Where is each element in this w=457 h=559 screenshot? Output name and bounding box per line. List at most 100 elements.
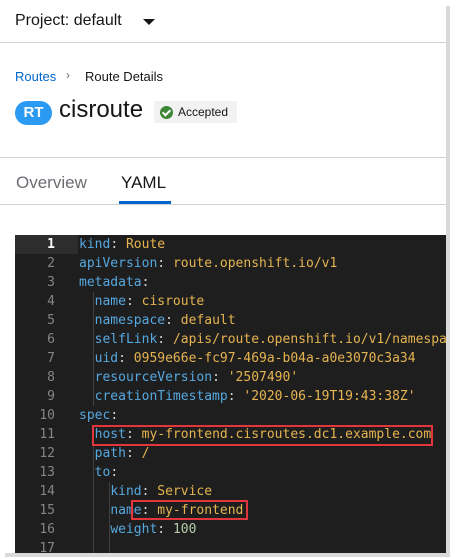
yaml-line[interactable]: 1 kind: Route bbox=[15, 235, 446, 254]
yaml-code: kind: Route bbox=[79, 235, 165, 254]
console-window: Project: default Routes › Route Details … bbox=[0, 0, 446, 553]
annotation-highlight-box bbox=[92, 425, 433, 446]
indent-guide bbox=[109, 482, 110, 553]
yaml-value: 0959e66e-fc97-469a-b04a-a0e3070c3a34 bbox=[133, 351, 416, 366]
yaml-code: weight: 100 bbox=[79, 520, 196, 539]
yaml-line[interactable]: 16 weight: 100 bbox=[15, 520, 446, 539]
yaml-separator: : bbox=[157, 256, 173, 271]
yaml-separator: : bbox=[157, 332, 173, 347]
yaml-code: resourceVersion: '2507490' bbox=[79, 368, 299, 387]
yaml-separator: : bbox=[118, 351, 134, 366]
yaml-code: metadata: bbox=[79, 273, 149, 292]
yaml-line[interactable]: 12 path: / bbox=[15, 444, 446, 463]
project-bar: Project: default bbox=[0, 0, 446, 43]
line-number: 9 bbox=[47, 389, 55, 404]
tab-overview[interactable]: Overview bbox=[16, 173, 87, 193]
line-number: 6 bbox=[47, 332, 55, 347]
yaml-line[interactable]: 4 name: cisroute bbox=[15, 292, 446, 311]
yaml-separator: : bbox=[141, 275, 150, 290]
yaml-line[interactable]: 3 metadata: bbox=[15, 273, 446, 292]
yaml-editor[interactable]: 1 kind: Route 2 apiVersion: route.openshift… bbox=[15, 235, 446, 553]
yaml-separator: : bbox=[227, 389, 244, 404]
yaml-code: spec: bbox=[79, 406, 118, 425]
yaml-code: name: cisroute bbox=[79, 292, 205, 311]
line-number: 16 bbox=[39, 522, 55, 537]
yaml-key: namespace bbox=[94, 313, 166, 328]
yaml-key: apiVersion bbox=[79, 256, 158, 271]
caret-down-icon[interactable] bbox=[143, 19, 155, 25]
yaml-key: name bbox=[94, 294, 126, 309]
line-number: 4 bbox=[47, 294, 55, 309]
project-selector[interactable]: Project: default bbox=[15, 12, 122, 30]
window-shadow bbox=[5, 553, 450, 557]
yaml-line[interactable]: 2 apiVersion: route.openshift.io/v1 bbox=[15, 254, 446, 273]
yaml-value: cisroute bbox=[141, 294, 205, 309]
yaml-key: spec bbox=[79, 408, 111, 423]
yaml-line[interactable]: 14 kind: Service bbox=[15, 482, 446, 501]
line-number: 13 bbox=[39, 465, 55, 480]
line-number: 12 bbox=[39, 446, 55, 461]
annotation-highlight-box bbox=[131, 500, 248, 520]
yaml-key: selfLink bbox=[94, 332, 158, 347]
yaml-code: path: / bbox=[79, 444, 150, 463]
active-tab-indicator bbox=[119, 201, 171, 204]
yaml-value: /apis/route.openshift.io/v1/namespa bbox=[172, 332, 446, 347]
yaml-separator: : bbox=[110, 465, 119, 480]
yaml-key: to bbox=[94, 465, 111, 480]
yaml-separator: : bbox=[165, 313, 181, 328]
status-badge: Accepted bbox=[154, 101, 238, 123]
yaml-separator: : bbox=[125, 446, 142, 461]
yaml-line[interactable]: 17 bbox=[15, 539, 446, 553]
line-number: 8 bbox=[47, 370, 55, 385]
yaml-line[interactable]: 7 uid: 0959e66e-fc97-469a-b04a-a0e3070c3… bbox=[15, 349, 446, 368]
yaml-separator: : bbox=[141, 484, 158, 499]
tab-bar: Overview YAML bbox=[0, 158, 446, 205]
breadcrumb-separator-icon: › bbox=[66, 68, 70, 82]
yaml-value: 100 bbox=[172, 522, 197, 537]
status-label: Accepted bbox=[178, 105, 229, 119]
yaml-key: metadata bbox=[79, 275, 142, 290]
yaml-code: selfLink: /apis/route.openshift.io/v1/na… bbox=[79, 330, 446, 349]
line-number: 15 bbox=[39, 503, 55, 518]
breadcrumb-routes-link[interactable]: Routes bbox=[15, 69, 56, 84]
line-number: 10 bbox=[39, 408, 55, 423]
yaml-key: uid bbox=[94, 351, 119, 366]
line-number: 1 bbox=[47, 237, 55, 252]
yaml-code: namespace: default bbox=[79, 311, 236, 330]
yaml-key: creationTimestamp bbox=[94, 389, 228, 404]
yaml-value: '2507490' bbox=[227, 370, 299, 385]
yaml-separator: : bbox=[110, 408, 119, 423]
yaml-line[interactable]: 5 namespace: default bbox=[15, 311, 446, 330]
line-number: 17 bbox=[39, 541, 55, 553]
yaml-value: route.openshift.io/v1 bbox=[172, 256, 338, 271]
yaml-separator: : bbox=[125, 294, 142, 309]
yaml-key: weight bbox=[110, 522, 158, 537]
window-shadow bbox=[446, 6, 450, 556]
check-circle-icon bbox=[160, 105, 173, 119]
yaml-value: Route bbox=[125, 237, 166, 252]
yaml-value: '2020-06-19T19:43:38Z' bbox=[243, 389, 416, 404]
line-number: 11 bbox=[39, 427, 55, 442]
yaml-line[interactable]: 13 to: bbox=[15, 463, 446, 482]
yaml-indent bbox=[79, 503, 110, 518]
yaml-code: apiVersion: route.openshift.io/v1 bbox=[79, 254, 337, 273]
line-number: 7 bbox=[47, 351, 55, 366]
yaml-code: to: bbox=[79, 463, 118, 482]
yaml-code: uid: 0959e66e-fc97-469a-b04a-a0e3070c3a3… bbox=[79, 349, 416, 368]
yaml-line[interactable]: 8 resourceVersion: '2507490' bbox=[15, 368, 446, 387]
yaml-indent bbox=[79, 484, 110, 499]
yaml-value: Service bbox=[157, 484, 213, 499]
yaml-line[interactable]: 9 creationTimestamp: '2020-06-19T19:43:3… bbox=[15, 387, 446, 406]
tab-yaml[interactable]: YAML bbox=[121, 173, 166, 193]
breadcrumb-current: Route Details bbox=[85, 69, 164, 84]
yaml-key: kind bbox=[110, 484, 142, 499]
yaml-line[interactable]: 6 selfLink: /apis/route.openshift.io/v1/… bbox=[15, 330, 446, 349]
line-number: 3 bbox=[47, 275, 55, 290]
line-number: 2 bbox=[47, 256, 55, 271]
resource-type-badge: RT bbox=[15, 101, 52, 125]
yaml-value: / bbox=[141, 446, 150, 461]
yaml-line[interactable]: 10 spec: bbox=[15, 406, 446, 425]
yaml-key: resourceVersion bbox=[94, 370, 213, 385]
yaml-code: creationTimestamp: '2020-06-19T19:43:38Z… bbox=[79, 387, 416, 406]
yaml-separator: : bbox=[157, 522, 173, 537]
